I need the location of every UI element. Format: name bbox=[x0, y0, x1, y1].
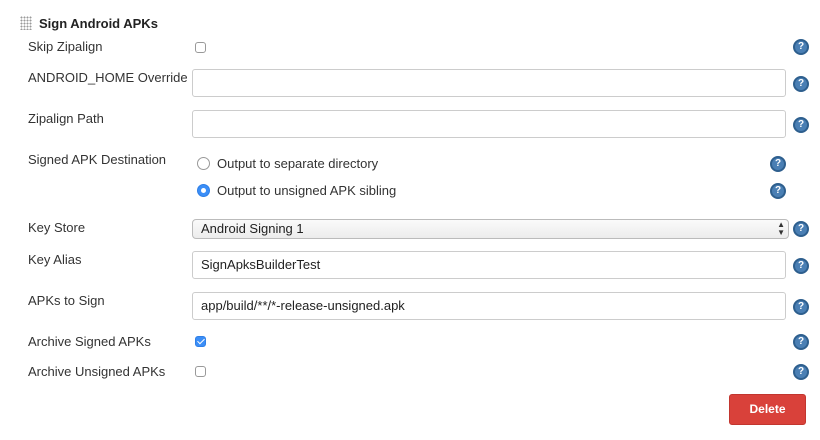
help-icon[interactable]: ? bbox=[793, 334, 809, 350]
android-home-input[interactable] bbox=[192, 69, 786, 97]
archive-unsigned-apks-checkbox[interactable] bbox=[195, 366, 206, 377]
help-icon[interactable]: ? bbox=[793, 258, 809, 274]
android-home-label: ANDROID_HOME Override bbox=[28, 70, 188, 85]
apks-to-sign-label: APKs to Sign bbox=[28, 293, 105, 308]
delete-button[interactable]: Delete bbox=[729, 394, 806, 425]
zipalign-path-input[interactable] bbox=[192, 110, 786, 138]
section-title: Sign Android APKs bbox=[39, 15, 158, 31]
key-store-value: Android Signing 1 bbox=[201, 221, 304, 236]
section-header: Sign Android APKs bbox=[20, 13, 158, 33]
help-icon[interactable]: ? bbox=[793, 221, 809, 237]
key-store-label: Key Store bbox=[28, 220, 86, 235]
skip-zipalign-label: Skip Zipalign bbox=[28, 39, 103, 54]
key-alias-input[interactable]: SignApksBuilderTest bbox=[192, 251, 786, 279]
archive-signed-apks-checkbox[interactable] bbox=[195, 336, 206, 347]
output-separate-directory-radio[interactable] bbox=[197, 157, 210, 170]
help-icon[interactable]: ? bbox=[793, 76, 809, 92]
zipalign-path-label: Zipalign Path bbox=[28, 111, 104, 126]
output-separate-directory-label[interactable]: Output to separate directory bbox=[217, 156, 378, 171]
apks-to-sign-input[interactable]: app/build/**/*-release-unsigned.apk bbox=[192, 292, 786, 320]
drag-handle-icon[interactable] bbox=[20, 16, 32, 30]
select-arrows-icon: ▲ ▼ bbox=[777, 220, 785, 237]
help-icon[interactable]: ? bbox=[793, 39, 809, 55]
help-icon[interactable]: ? bbox=[770, 156, 786, 172]
help-icon[interactable]: ? bbox=[793, 117, 809, 133]
archive-signed-apks-label: Archive Signed APKs bbox=[28, 334, 151, 349]
signed-apk-destination-label: Signed APK Destination bbox=[28, 152, 167, 167]
help-icon[interactable]: ? bbox=[770, 183, 786, 199]
help-icon[interactable]: ? bbox=[793, 299, 809, 315]
key-store-select[interactable]: Android Signing 1 ▲ ▼ bbox=[192, 219, 789, 239]
archive-unsigned-apks-label: Archive Unsigned APKs bbox=[28, 364, 166, 379]
output-unsigned-sibling-label[interactable]: Output to unsigned APK sibling bbox=[217, 183, 396, 198]
skip-zipalign-checkbox[interactable] bbox=[195, 42, 206, 53]
key-alias-label: Key Alias bbox=[28, 252, 82, 267]
help-icon[interactable]: ? bbox=[793, 364, 809, 380]
output-unsigned-sibling-radio[interactable] bbox=[197, 184, 210, 197]
